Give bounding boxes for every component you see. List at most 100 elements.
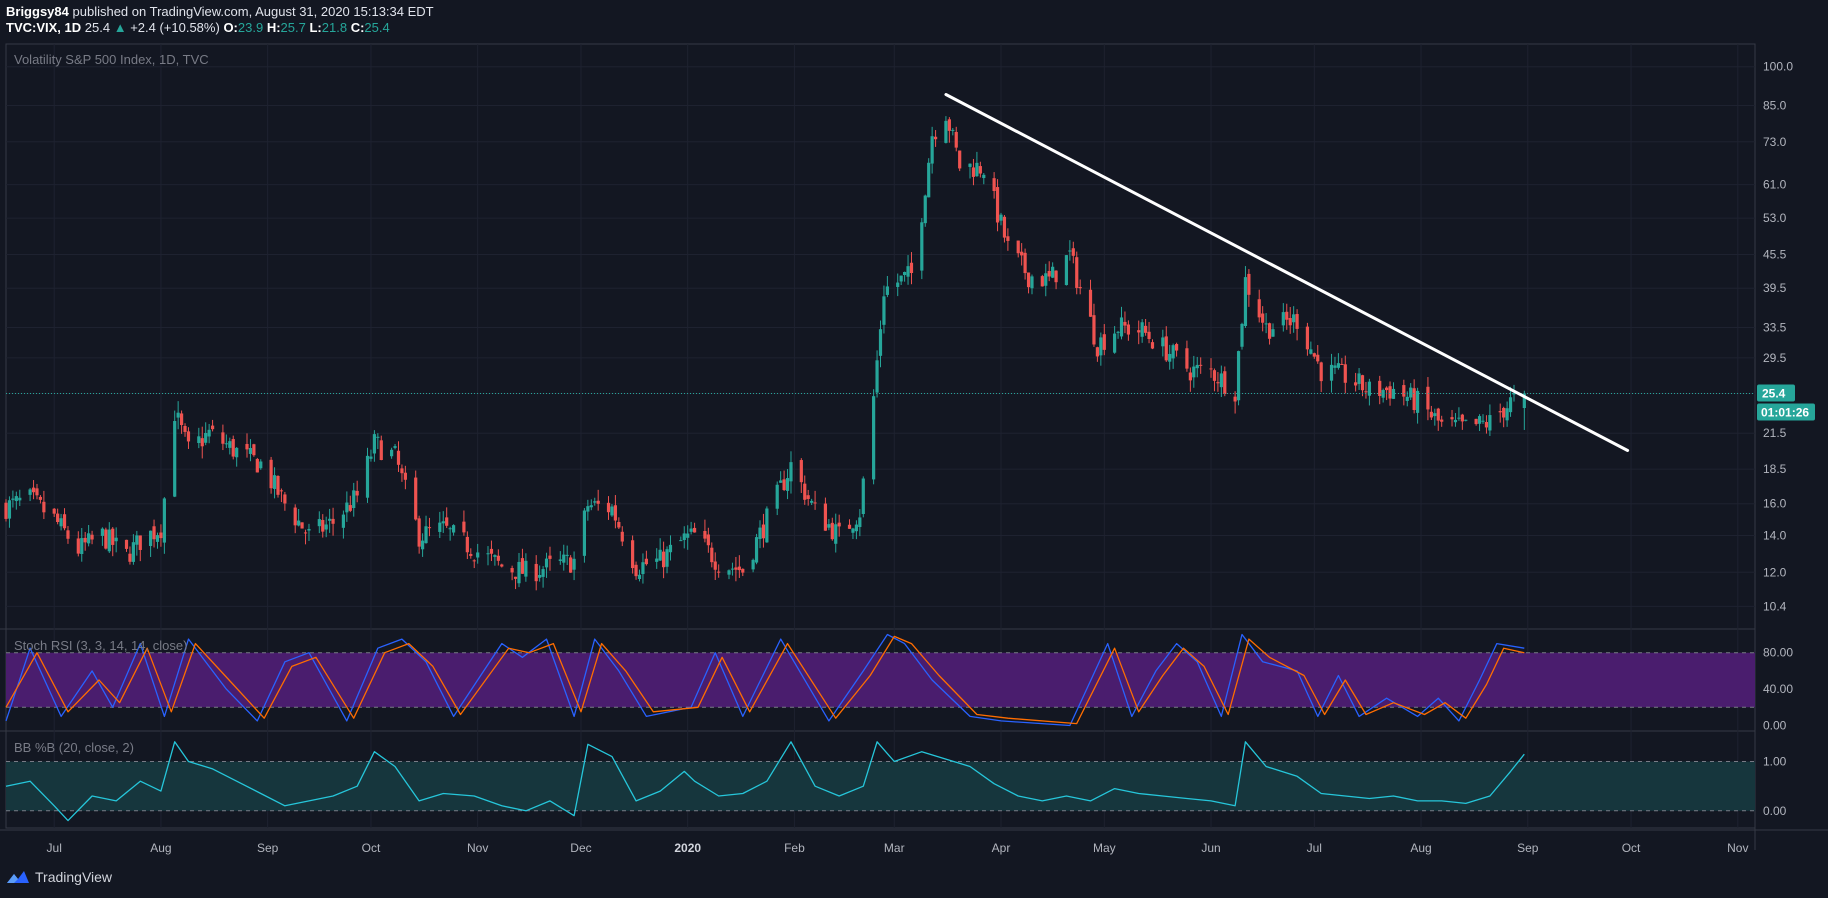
candle-body xyxy=(369,456,373,459)
candle-body xyxy=(1006,236,1010,241)
candle-body xyxy=(252,444,256,456)
candle-body xyxy=(520,558,525,574)
candle-body xyxy=(1243,277,1248,327)
candle-body xyxy=(634,564,638,577)
candle-body xyxy=(14,496,18,502)
candle-body xyxy=(565,554,569,556)
candle-body xyxy=(183,426,187,432)
candle-body xyxy=(1281,312,1285,326)
candle-body xyxy=(885,286,889,295)
candle-body xyxy=(813,502,817,504)
candle-body xyxy=(1236,351,1241,401)
candle-body xyxy=(954,131,958,148)
candle-body xyxy=(1030,276,1034,289)
candle-body xyxy=(210,425,215,430)
candle-body xyxy=(114,537,118,542)
candle-body xyxy=(1508,397,1513,413)
candle-body xyxy=(1415,390,1420,413)
tradingview-brand: TradingView xyxy=(35,869,113,885)
candle-body xyxy=(982,174,986,179)
candle-body xyxy=(489,548,494,554)
candle-body xyxy=(276,475,280,495)
candle-body xyxy=(441,521,445,524)
candle-body xyxy=(513,576,518,579)
candle-body xyxy=(321,519,325,532)
candle-body xyxy=(1405,396,1409,401)
candle-body xyxy=(283,494,287,504)
candle-body xyxy=(782,479,786,491)
candle-body xyxy=(1168,353,1172,362)
candle-body xyxy=(107,529,111,552)
candle-body xyxy=(297,520,301,526)
candle-body xyxy=(524,560,528,577)
candle-body xyxy=(372,434,376,454)
candle-body xyxy=(510,568,514,573)
candle-body xyxy=(878,329,883,356)
candle-body xyxy=(1209,368,1213,370)
candle-body xyxy=(104,529,108,549)
candle-body xyxy=(741,568,745,573)
candle-body xyxy=(451,525,456,533)
candle-body xyxy=(706,534,710,546)
time-tick-label: Nov xyxy=(1727,841,1748,855)
candle-body xyxy=(1233,396,1237,402)
candle-body xyxy=(1457,417,1461,419)
candle-body xyxy=(1295,314,1299,329)
candle-body xyxy=(703,531,707,539)
candle-body xyxy=(224,443,228,445)
candle-body xyxy=(445,517,449,526)
candle-body xyxy=(1336,363,1341,368)
candle-body xyxy=(376,436,380,438)
candle-body xyxy=(978,166,982,174)
candle-body xyxy=(975,162,979,177)
candle-body xyxy=(971,167,976,177)
candle-body xyxy=(1051,266,1055,278)
candle-body xyxy=(1385,387,1389,391)
candle-body xyxy=(1309,349,1313,354)
candle-body xyxy=(644,558,648,565)
candle-body xyxy=(11,498,15,500)
price-pane-title: Volatility S&P 500 Index, 1D, TVC xyxy=(14,52,209,67)
price-tick-label: 10.4 xyxy=(1763,599,1787,613)
chart-canvas[interactable]: 100.0 85.0 73.0 61.0 53.0 45.5 39.5 33.5 29.5 21.… xyxy=(0,0,1828,898)
candle-body xyxy=(679,540,683,542)
candle-body xyxy=(1075,257,1079,288)
candle-body xyxy=(1216,382,1220,384)
candle-body xyxy=(465,536,469,553)
candle-body xyxy=(393,446,397,448)
candle-body xyxy=(610,506,614,516)
candle-body xyxy=(1429,411,1433,418)
tradingview-footer[interactable]: TradingView xyxy=(6,869,112,885)
candle-body xyxy=(1164,336,1168,361)
candle-body xyxy=(1312,353,1316,357)
candle-body xyxy=(710,547,714,563)
candle-body xyxy=(582,510,587,556)
time-tick-label: Nov xyxy=(467,841,488,855)
candle-body xyxy=(56,513,60,523)
candle-body xyxy=(38,496,43,500)
candle-body xyxy=(789,462,793,482)
candle-body xyxy=(1426,386,1430,410)
time-tick-label: Dec xyxy=(570,841,591,855)
candle-body xyxy=(348,505,352,511)
candle-body xyxy=(548,555,552,559)
candle-body xyxy=(1047,270,1051,277)
price-tick-label: 61.0 xyxy=(1763,178,1787,192)
candle-body xyxy=(1388,386,1392,399)
candle-body xyxy=(173,421,177,497)
candle-body xyxy=(686,533,690,538)
candle-body xyxy=(1474,418,1478,425)
candle-body xyxy=(1412,388,1416,411)
candle-body xyxy=(365,455,370,498)
candle-body xyxy=(420,540,425,550)
candle-body xyxy=(689,528,693,532)
candle-body xyxy=(1088,289,1093,317)
candle-body xyxy=(235,447,239,458)
bb-percent-b-band xyxy=(6,761,1755,811)
candle-body xyxy=(1199,364,1203,366)
candle-body xyxy=(448,528,452,530)
candle-body xyxy=(1460,414,1464,422)
candle-body xyxy=(1340,363,1344,365)
candle-body xyxy=(80,538,84,554)
candle-body xyxy=(1502,407,1506,418)
